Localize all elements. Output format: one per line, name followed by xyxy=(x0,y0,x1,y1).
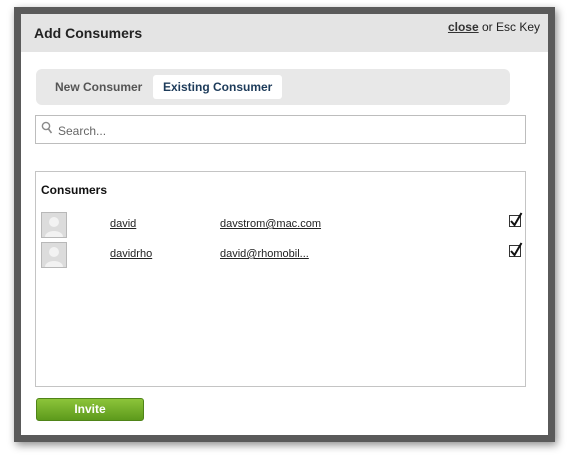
checkmark-icon xyxy=(510,242,523,257)
tab-bar: New Consumer Existing Consumer xyxy=(36,69,510,105)
avatar xyxy=(41,242,67,268)
search-box[interactable] xyxy=(35,115,526,144)
add-consumers-dialog-frame: Add Consumers close or Esc Key New Consu… xyxy=(14,7,555,442)
add-consumers-dialog: Add Consumers close or Esc Key New Consu… xyxy=(21,14,548,435)
consumer-checkbox[interactable] xyxy=(509,212,523,227)
dialog-header: Add Consumers close or Esc Key xyxy=(21,14,548,52)
close-link[interactable]: close xyxy=(448,20,479,34)
dialog-title: Add Consumers xyxy=(34,25,143,41)
avatar xyxy=(41,212,67,238)
checkmark-icon xyxy=(510,212,523,227)
consumer-row: davidrho david@rhomobil... xyxy=(36,242,525,272)
consumers-heading: Consumers xyxy=(41,183,108,197)
consumer-email-link[interactable]: david@rhomobil... xyxy=(220,248,309,260)
search-icon xyxy=(41,121,53,135)
consumer-email-link[interactable]: davstrom@mac.com xyxy=(220,218,321,230)
close-area: close or Esc Key xyxy=(448,20,540,34)
search-input[interactable] xyxy=(56,119,520,142)
consumer-checkbox[interactable] xyxy=(509,242,523,257)
tab-new-consumer[interactable]: New Consumer xyxy=(45,75,152,99)
invite-button[interactable]: Invite xyxy=(36,398,144,421)
consumers-panel: Consumers david davstrom@mac.com davidrh… xyxy=(35,171,526,387)
consumer-name-link[interactable]: davidrho xyxy=(110,248,152,260)
consumer-row: david davstrom@mac.com xyxy=(36,212,525,242)
close-hint: or Esc Key xyxy=(478,20,540,34)
tab-existing-consumer[interactable]: Existing Consumer xyxy=(153,75,283,99)
consumer-name-link[interactable]: david xyxy=(110,218,136,230)
